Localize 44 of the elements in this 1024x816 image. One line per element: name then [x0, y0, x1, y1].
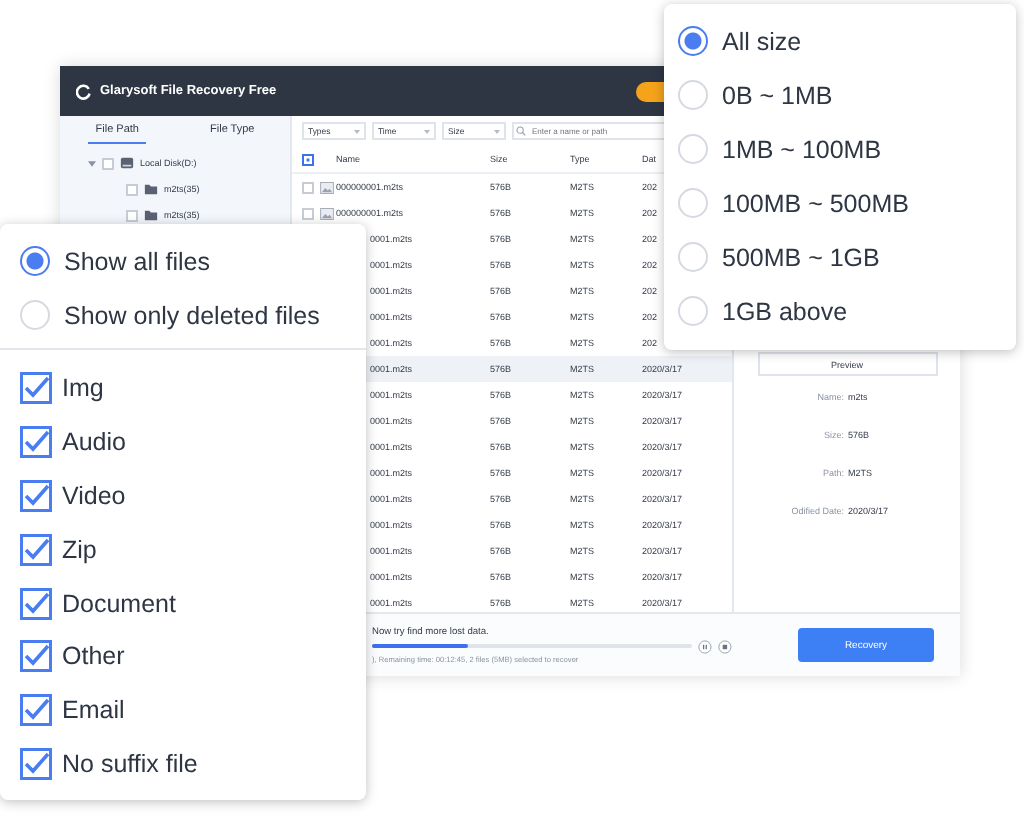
checkbox[interactable] — [102, 157, 114, 169]
checkbox-label[interactable]: Zip — [62, 535, 97, 564]
image-file-icon — [320, 207, 334, 219]
caret-icon — [424, 129, 430, 133]
drive-icon — [120, 156, 134, 170]
checkbox[interactable] — [302, 181, 314, 193]
select-all-checkbox[interactable] — [302, 153, 314, 165]
stop-icon[interactable] — [718, 639, 732, 653]
menu-option[interactable]: 100MB ~ 500MB — [722, 189, 909, 217]
checkbox[interactable] — [20, 587, 52, 620]
header-button[interactable] — [636, 81, 664, 101]
expand-triangle-icon[interactable] — [88, 159, 96, 167]
checkbox[interactable] — [20, 426, 52, 459]
menu-option[interactable]: All size — [722, 27, 802, 55]
menu-option[interactable]: 500MB ~ 1GB — [722, 243, 880, 271]
menu-option[interactable]: 0B ~ 1MB — [722, 81, 833, 109]
radio-button[interactable] — [20, 246, 50, 276]
checkbox-label[interactable]: Other — [62, 642, 125, 671]
checkbox[interactable] — [20, 694, 52, 727]
checkbox[interactable] — [126, 183, 138, 195]
checkbox[interactable] — [302, 207, 314, 219]
menu-option[interactable]: 1MB ~ 100MB — [722, 135, 882, 163]
menu-option[interactable]: 1GB above — [722, 297, 848, 325]
checkbox-label[interactable]: Video — [62, 481, 126, 510]
checkbox-label[interactable]: Email — [62, 696, 125, 725]
caret-icon — [494, 129, 500, 133]
menu-option[interactable]: Show only deleted files — [64, 301, 320, 329]
image-file-icon — [320, 181, 334, 193]
checkbox-label[interactable]: Img — [62, 374, 104, 403]
checkbox[interactable] — [126, 209, 138, 221]
checkbox[interactable] — [20, 372, 52, 405]
checkbox-label[interactable]: Document — [62, 589, 176, 618]
checkbox[interactable] — [20, 640, 52, 673]
radio-button[interactable] — [678, 26, 708, 56]
checkbox-label[interactable]: No suffix file — [62, 749, 198, 778]
menu-option[interactable]: Show all files — [64, 247, 210, 275]
logo-icon — [76, 83, 92, 99]
search-icon — [516, 126, 526, 136]
checkbox[interactable] — [20, 479, 52, 512]
pause-icon[interactable] — [698, 639, 713, 653]
checkbox[interactable] — [20, 533, 52, 566]
caret-icon — [354, 129, 360, 133]
checkbox[interactable] — [20, 747, 52, 780]
checkbox-label[interactable]: Audio — [62, 428, 126, 457]
